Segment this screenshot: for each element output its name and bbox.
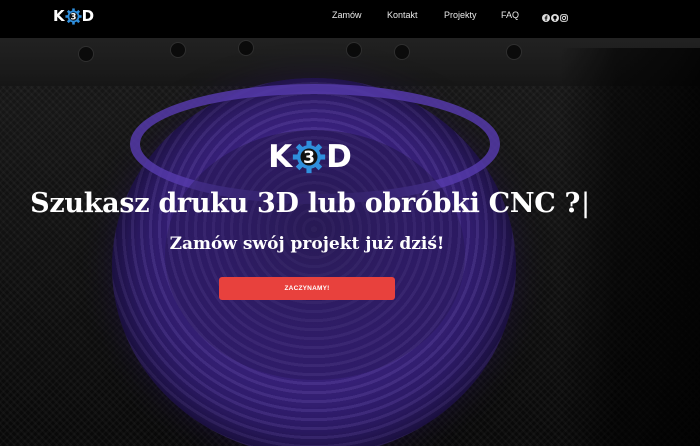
nav-link-projekty[interactable]: Projekty (444, 10, 477, 20)
hero-logo-letter-d: D (326, 139, 352, 175)
gear-icon: 3 (65, 7, 82, 25)
top-navbar: K 3 D Zamów Kontakt Projekty FAQ (0, 0, 700, 38)
hero-logo-wordmark: K 3 D (268, 139, 352, 175)
gear-icon: 3 (292, 140, 326, 174)
start-button[interactable]: ZACZYNAMY! (219, 277, 395, 300)
typing-caret: | (581, 188, 590, 219)
instagram-icon[interactable] (560, 9, 568, 22)
facebook-icon[interactable] (542, 9, 550, 22)
nav-link-faq[interactable]: FAQ (501, 10, 519, 20)
hero-heading: Szukasz druku 3D lub obróbki CNC ?| (0, 188, 620, 219)
hero-subheading: Zamów swój projekt już dziś! (169, 234, 445, 254)
hero-heading-text: Szukasz druku 3D lub obróbki CNC ? (30, 188, 581, 219)
logo-letter-k: K (53, 7, 65, 25)
svg-text:3: 3 (303, 148, 315, 168)
svg-text:3: 3 (70, 12, 76, 22)
logo-letter-d: D (81, 7, 95, 25)
github-icon[interactable] (551, 9, 559, 22)
hero-logo: K 3 D (262, 139, 358, 175)
nav-link-kontakt[interactable]: Kontakt (387, 10, 418, 20)
social-links (542, 9, 568, 22)
nav-link-zamow[interactable]: Zamów (332, 10, 362, 20)
site-logo[interactable]: K 3 D (53, 6, 94, 26)
logo-wordmark: K 3 D (53, 7, 94, 25)
hero-logo-letter-k: K (268, 139, 293, 175)
